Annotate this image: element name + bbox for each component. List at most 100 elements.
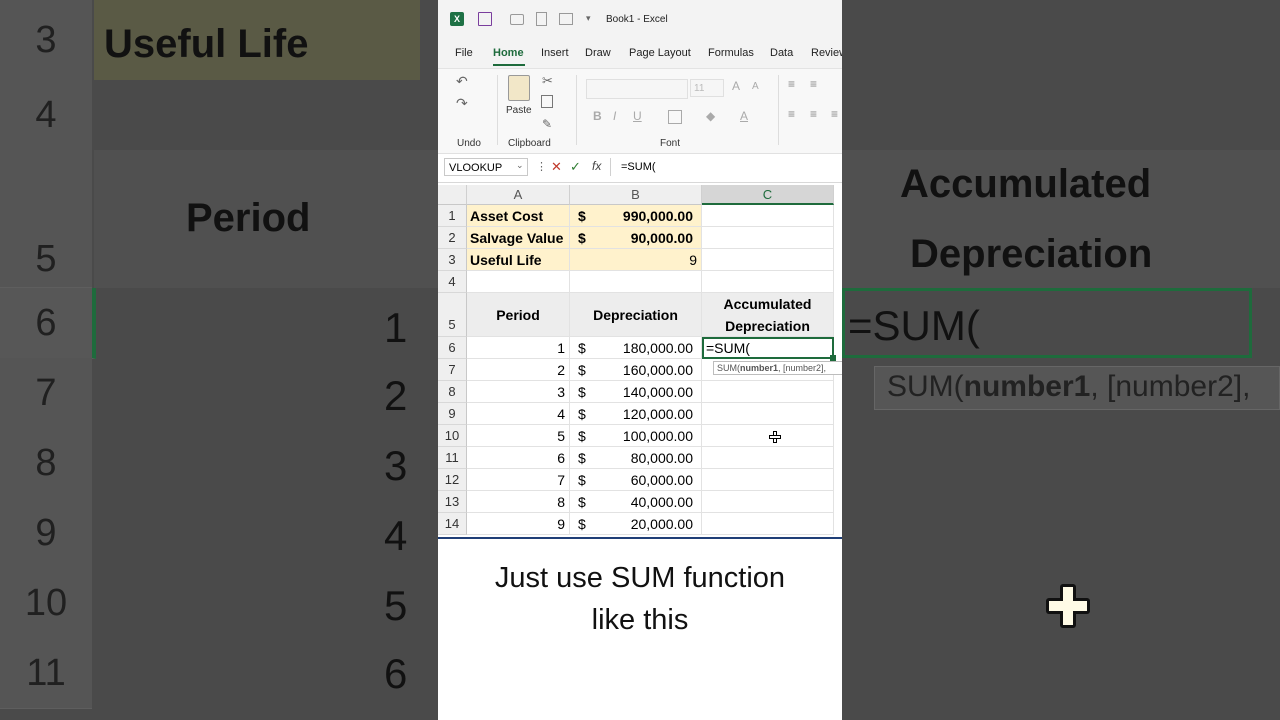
row-header[interactable]: 6	[438, 337, 467, 359]
borders-icon[interactable]	[668, 110, 682, 124]
row-header[interactable]: 13	[438, 491, 467, 513]
row-header[interactable]: 7	[438, 359, 467, 381]
cell-c5-accumulated-header[interactable]: Accumulated Depreciation	[702, 293, 834, 337]
align-top-icon[interactable]: ≡	[788, 77, 795, 91]
tab-file[interactable]: File	[455, 47, 473, 59]
cell-c-accumulated[interactable]	[702, 381, 834, 403]
cell-c-accumulated[interactable]	[702, 447, 834, 469]
undo-icon[interactable]: ↶	[456, 73, 468, 90]
cell-c1[interactable]	[702, 205, 834, 227]
cell-a-period[interactable]: 5	[467, 425, 570, 447]
cell-a-period[interactable]: 9	[467, 513, 570, 535]
cell-c-accumulated[interactable]	[702, 469, 834, 491]
select-all-corner[interactable]	[438, 185, 467, 205]
cell-a1[interactable]: Asset Cost	[467, 205, 570, 227]
cell-a-period[interactable]: 8	[467, 491, 570, 513]
row-header[interactable]: 11	[438, 447, 467, 469]
format-painter-icon[interactable]: ✎	[542, 117, 552, 131]
customize-dropdown-icon[interactable]: ▾	[586, 13, 591, 24]
grow-font-icon[interactable]: A	[732, 79, 740, 93]
cell-b5-depreciation-header[interactable]: Depreciation	[570, 293, 702, 337]
column-header-a[interactable]: A	[467, 185, 570, 205]
tab-insert[interactable]: Insert	[541, 47, 569, 59]
tab-review[interactable]: Review	[811, 47, 842, 59]
font-color-icon[interactable]: A	[740, 109, 748, 123]
cut-icon[interactable]: ✂	[542, 73, 553, 89]
cell-a-period[interactable]: 3	[467, 381, 570, 403]
cell-c-accumulated[interactable]	[702, 513, 834, 535]
column-header-c[interactable]: C	[702, 185, 834, 205]
tab-formulas[interactable]: Formulas	[708, 47, 754, 59]
cell-b3[interactable]: 9	[570, 249, 702, 271]
cell-a3[interactable]: Useful Life	[467, 249, 570, 271]
name-box-dropdown-icon[interactable]: ⌄	[516, 160, 524, 171]
align-right-icon[interactable]: ≡	[831, 107, 838, 121]
cell-a2[interactable]: Salvage Value	[467, 227, 570, 249]
cell-b1[interactable]: $ 990,000.00	[570, 205, 702, 227]
cell-b-depreciation[interactable]: $20,000.00	[570, 513, 702, 535]
bold-icon[interactable]: B	[593, 109, 602, 123]
align-center-icon[interactable]: ≡	[810, 107, 817, 121]
tab-home[interactable]: Home	[493, 47, 524, 59]
row-header[interactable]: 3	[438, 249, 467, 271]
cell-b-depreciation[interactable]: $80,000.00	[570, 447, 702, 469]
row-header[interactable]: 9	[438, 403, 467, 425]
cell-a-period[interactable]: 6	[467, 447, 570, 469]
font-size-box[interactable]: 11	[690, 79, 724, 97]
underline-icon[interactable]: U	[633, 109, 642, 123]
save-icon[interactable]	[478, 12, 492, 26]
cell-c3[interactable]	[702, 249, 834, 271]
cell-a-period[interactable]: 4	[467, 403, 570, 425]
cell-c2[interactable]	[702, 227, 834, 249]
cell-a-period[interactable]: 1	[467, 337, 570, 359]
tab-draw[interactable]: Draw	[585, 47, 611, 59]
insert-function-icon[interactable]: fx	[592, 159, 601, 173]
row-header[interactable]: 4	[438, 271, 467, 293]
formula-input[interactable]: =SUM(	[610, 158, 842, 176]
row-header[interactable]: 10	[438, 425, 467, 447]
row-header[interactable]: 12	[438, 469, 467, 491]
shrink-font-icon[interactable]: A	[752, 81, 759, 92]
tab-data[interactable]: Data	[770, 47, 793, 59]
active-cell-c6[interactable]: =SUM(	[702, 337, 834, 359]
italic-icon[interactable]: I	[613, 109, 616, 123]
row-header[interactable]: 2	[438, 227, 467, 249]
cell-b-depreciation[interactable]: $140,000.00	[570, 381, 702, 403]
cell-c-accumulated[interactable]	[702, 403, 834, 425]
cell-b4[interactable]	[570, 271, 702, 293]
cell-b-depreciation[interactable]: $120,000.00	[570, 403, 702, 425]
align-left-icon[interactable]: ≡	[788, 107, 795, 121]
cell-c4[interactable]	[702, 271, 834, 293]
cell-c-accumulated[interactable]	[702, 425, 834, 447]
cell-b-depreciation[interactable]: $180,000.00	[570, 337, 702, 359]
row-header[interactable]: 14	[438, 513, 467, 535]
cell-b-depreciation[interactable]: $60,000.00	[570, 469, 702, 491]
cell-a-period[interactable]: 2	[467, 359, 570, 381]
column-header-b[interactable]: B	[570, 185, 702, 205]
cell-a5-period-header[interactable]: Period	[467, 293, 570, 337]
row-header[interactable]: 5	[438, 293, 467, 337]
paste-icon[interactable]	[508, 75, 530, 101]
cell-b-depreciation[interactable]: $40,000.00	[570, 491, 702, 513]
enter-icon[interactable]: ✓	[570, 159, 581, 175]
font-name-box[interactable]	[586, 79, 688, 99]
camera-icon[interactable]	[510, 14, 524, 25]
cancel-icon[interactable]: ✕	[551, 159, 562, 175]
cell-b-depreciation[interactable]: $160,000.00	[570, 359, 702, 381]
fill-color-icon[interactable]: ◆	[706, 109, 715, 123]
redo-icon[interactable]: ↷	[456, 95, 468, 112]
tab-page-layout[interactable]: Page Layout	[629, 47, 691, 59]
cell-c-accumulated[interactable]	[702, 491, 834, 513]
copy-icon[interactable]	[541, 95, 553, 108]
cell-b-depreciation[interactable]: $100,000.00	[570, 425, 702, 447]
row-header[interactable]: 1	[438, 205, 467, 227]
new-file-icon[interactable]	[536, 12, 547, 26]
cell-a4[interactable]	[467, 271, 570, 293]
row-header[interactable]: 8	[438, 381, 467, 403]
cell-a-period[interactable]: 7	[467, 469, 570, 491]
form-icon[interactable]	[559, 13, 573, 25]
function-tooltip[interactable]: SUM(number1, [number2],	[713, 361, 842, 375]
cell-b2[interactable]: $ 90,000.00	[570, 227, 702, 249]
paste-label[interactable]: Paste	[506, 105, 532, 116]
align-middle-icon[interactable]: ≡	[810, 77, 817, 91]
